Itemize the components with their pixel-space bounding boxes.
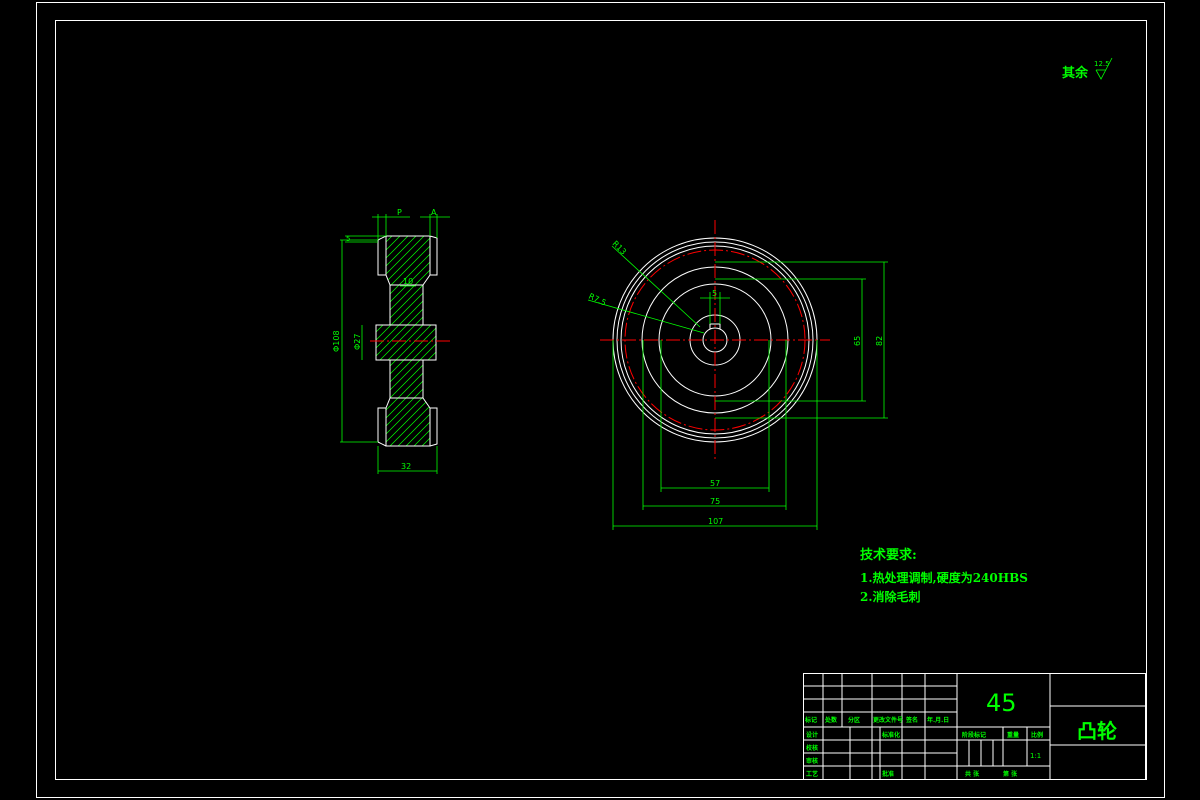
hatch-line xyxy=(376,236,436,446)
dim-a: A xyxy=(431,208,437,217)
label-total-sheets: 共 张 xyxy=(965,770,980,778)
dim-side-5: 5 xyxy=(346,235,350,243)
hatch-line xyxy=(376,236,436,446)
scale: 1:1 xyxy=(1030,752,1041,760)
label-design: 设计 xyxy=(806,731,818,739)
hatch-line xyxy=(120,230,350,460)
dim-w32: 32 xyxy=(401,462,411,471)
dim-107: 107 xyxy=(708,517,723,526)
dim-phi108: Φ108 xyxy=(332,330,341,352)
label-check: 校核 xyxy=(806,744,818,752)
tech-title: 技术要求: xyxy=(860,547,917,563)
label-sheet-no: 第 张 xyxy=(1002,770,1018,778)
hatch-line xyxy=(391,236,436,446)
tech-item-2: 2.消除毛刺 xyxy=(860,589,921,604)
hatch-line xyxy=(376,236,436,446)
tech-requirements: 技术要求: 1.热处理调制,硬度为240HBS 2.消除毛刺 xyxy=(860,547,1028,604)
dim-p: P xyxy=(397,208,402,217)
dim-side-10: 10 xyxy=(403,277,413,286)
hatch-line xyxy=(376,236,436,446)
hatch-line xyxy=(376,236,436,446)
hatch-line xyxy=(488,230,718,460)
dim-82: 82 xyxy=(875,336,884,346)
hatch-line xyxy=(376,236,436,446)
outer-frame xyxy=(36,2,1165,798)
roughness-prefix: 其余 xyxy=(1062,65,1089,81)
hatch-line xyxy=(376,236,431,446)
side-section-view: P A 5 Φ108 Φ27 10 32 xyxy=(120,208,718,474)
hatch-line xyxy=(376,236,436,446)
hatch-line xyxy=(407,236,436,446)
header-mark: 标记 xyxy=(804,716,817,724)
hatch-line xyxy=(376,236,436,446)
header-signature: 签名 xyxy=(905,716,918,724)
section-hatch xyxy=(120,230,718,460)
part-name: 凸轮 xyxy=(1077,719,1117,743)
label-review: 审核 xyxy=(806,757,818,765)
hatch-line xyxy=(376,236,436,446)
hatch-line xyxy=(376,236,436,446)
label-scale: 比例 xyxy=(1031,731,1043,739)
hatch-line xyxy=(376,236,436,446)
label-process: 工艺 xyxy=(806,770,818,778)
hatch-line xyxy=(128,230,358,460)
hatch-line xyxy=(456,230,686,460)
hatch-line xyxy=(376,236,407,446)
material: 45 xyxy=(986,689,1017,717)
header-change-doc: 更改文件号 xyxy=(873,716,903,724)
hatch-line xyxy=(383,236,436,446)
hatch-line xyxy=(376,236,399,446)
hatch-line xyxy=(431,236,436,446)
hatch-line xyxy=(376,236,436,446)
hatch-line xyxy=(376,236,436,446)
dim-65: 65 xyxy=(853,336,862,346)
hatch-line xyxy=(440,230,670,460)
header-date: 年.月.日 xyxy=(927,716,949,724)
tech-item-1: 1.热处理调制,硬度为240HBS xyxy=(860,570,1028,585)
inner-frame xyxy=(55,20,1147,780)
hatch-line xyxy=(376,236,436,446)
hatch-line xyxy=(376,236,383,446)
hatch-line xyxy=(448,230,678,460)
dim-front-5: 5 xyxy=(712,289,717,298)
dim-r75: R7.5 xyxy=(587,292,607,308)
header-count: 处数 xyxy=(824,716,838,724)
hatch-line xyxy=(376,236,415,446)
hatch-line xyxy=(376,236,423,446)
dim-phi27: Φ27 xyxy=(353,334,362,350)
dim-r13: R13 xyxy=(611,239,629,257)
hatch-line xyxy=(376,236,436,446)
hatch-line xyxy=(376,236,436,446)
title-block: 45 凸轮 1:1 标记 处数 分区 更改文件号 签名 年.月.日 设计 校核 … xyxy=(803,673,1146,780)
drawing-sheet: 其余 12.5 P A 5 Φ108 Φ27 10 32 R13 R7.5 5 … xyxy=(36,2,1165,798)
hatch-line xyxy=(399,236,436,446)
dim-57: 57 xyxy=(710,479,720,488)
roughness-note: 其余 12.5 xyxy=(1062,57,1113,81)
dim-75: 75 xyxy=(710,497,720,506)
label-stage: 阶段标记 xyxy=(962,731,986,739)
label-weight: 重量 xyxy=(1007,731,1019,739)
header-zone: 分区 xyxy=(848,716,860,724)
label-standardization: 标准化 xyxy=(881,731,900,739)
front-view: R13 R7.5 5 65 82 57 75 107 xyxy=(587,220,888,530)
label-approval: 批准 xyxy=(882,770,894,778)
hatch-line xyxy=(415,236,436,446)
hatch-line xyxy=(423,236,436,446)
